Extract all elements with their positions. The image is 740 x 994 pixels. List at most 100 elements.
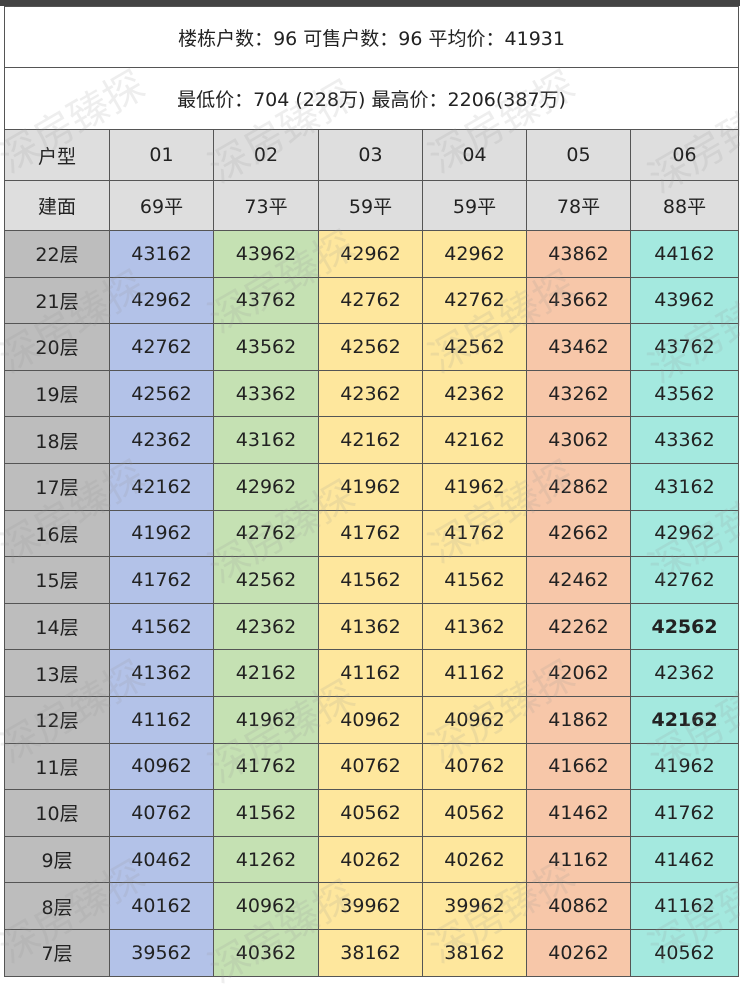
floor-label: 11层	[4, 742, 110, 791]
area-cell: 69平	[109, 180, 214, 231]
price-cell: 41162	[526, 835, 631, 884]
price-cell: 40262	[526, 928, 631, 977]
price-cell: 41562	[109, 602, 214, 651]
floor-row: 14层 41562 42362 41362 41362 42262 42562	[4, 602, 740, 651]
price-cell: 42962	[422, 230, 527, 278]
price-cell: 41162	[109, 695, 214, 744]
price-cell: 42562	[629, 602, 740, 651]
price-cell: 43562	[629, 369, 740, 418]
price-cell: 42162	[109, 462, 214, 511]
floor-row: 7层 39562 40362 38162 38162 40262 40562	[4, 928, 740, 977]
price-cell: 43862	[526, 230, 631, 278]
price-cell: 42362	[318, 369, 423, 418]
price-cell: 39962	[318, 882, 423, 930]
price-cell: 40862	[526, 882, 631, 930]
price-cell: 42162	[422, 416, 527, 464]
floor-label: 13层	[4, 649, 110, 697]
floor-row: 12层 41162 41962 40962 40962 41862 42162	[4, 695, 740, 744]
floor-label: 17层	[4, 462, 110, 511]
price-cell: 41162	[422, 649, 527, 697]
price-cell: 43962	[629, 276, 740, 325]
floor-label: 7层	[4, 928, 110, 977]
price-cell: 39962	[422, 882, 527, 930]
price-cell: 39562	[109, 928, 214, 977]
price-cell: 41362	[318, 602, 423, 651]
area-cell: 78平	[526, 180, 631, 231]
floor-label: 8层	[4, 882, 110, 930]
price-cell: 40962	[422, 695, 527, 744]
floor-label: 18层	[4, 416, 110, 464]
area-header-row: 建面 69平 73平 59平 59平 78平 88平	[4, 180, 740, 231]
price-cell: 41962	[629, 742, 740, 791]
price-cell: 41362	[109, 649, 214, 697]
price-cell: 41162	[318, 649, 423, 697]
price-cell: 42062	[526, 649, 631, 697]
price-cell: 42962	[109, 276, 214, 325]
price-cell: 44162	[629, 230, 740, 278]
area-label: 建面	[4, 180, 110, 231]
price-cell: 43662	[526, 276, 631, 325]
price-cell: 41562	[422, 556, 527, 604]
floor-row: 13层 41362 42162 41162 41162 42062 42362	[4, 649, 740, 697]
unit-header-cell: 05	[526, 129, 631, 181]
area-cell: 73平	[213, 180, 319, 231]
price-cell: 42562	[318, 323, 423, 371]
price-cell: 42762	[318, 276, 423, 325]
price-cell: 40762	[109, 789, 214, 837]
floor-label: 20层	[4, 323, 110, 371]
price-cell: 43762	[629, 323, 740, 371]
price-cell: 42362	[109, 416, 214, 464]
price-cell: 41962	[318, 462, 423, 511]
unit-header-row: 户型 01 02 03 04 05 06	[4, 129, 740, 181]
floor-row: 19层 42562 43362 42362 42362 43262 43562	[4, 369, 740, 418]
price-cell: 40762	[422, 742, 527, 791]
price-cell: 42662	[526, 509, 631, 558]
unit-type-label: 户型	[4, 129, 110, 181]
price-cell: 41162	[629, 882, 740, 930]
price-cell: 43462	[526, 323, 631, 371]
price-cell: 42162	[318, 416, 423, 464]
price-cell: 41562	[318, 556, 423, 604]
price-cell: 42162	[213, 649, 319, 697]
price-cell: 40562	[422, 789, 527, 837]
price-cell: 43362	[629, 416, 740, 464]
price-cell: 41762	[422, 509, 527, 558]
price-cell: 42162	[629, 695, 740, 744]
price-cell: 40962	[213, 882, 319, 930]
price-cell: 43162	[109, 230, 214, 278]
price-cell: 40162	[109, 882, 214, 930]
floor-row: 8层 40162 40962 39962 39962 40862 41162	[4, 882, 740, 930]
price-cell: 41762	[629, 789, 740, 837]
floor-label: 12层	[4, 695, 110, 744]
area-cell: 88平	[629, 180, 740, 231]
price-cell: 40362	[213, 928, 319, 977]
price-cell: 41662	[526, 742, 631, 791]
floor-row: 17层 42162 42962 41962 41962 42862 43162	[4, 462, 740, 511]
area-cell: 59平	[318, 180, 423, 231]
price-cell: 43162	[213, 416, 319, 464]
price-cell: 41762	[318, 509, 423, 558]
price-cell: 42962	[629, 509, 740, 558]
summary-row-stats: 楼栋户数：96 可售户数：96 平均价：41931	[3, 6, 740, 68]
floor-label: 10层	[4, 789, 110, 837]
floor-label: 15层	[4, 556, 110, 604]
price-cell: 43062	[526, 416, 631, 464]
floor-row: 18层 42362 43162 42162 42162 43062 43362	[4, 416, 740, 464]
price-cell: 42962	[213, 462, 319, 511]
price-cell: 41762	[213, 742, 319, 791]
floor-label: 16层	[4, 509, 110, 558]
unit-header-cell: 03	[318, 129, 423, 181]
price-cell: 43762	[213, 276, 319, 325]
price-cell: 40262	[422, 835, 527, 884]
price-cell: 40462	[109, 835, 214, 884]
price-cell: 42762	[629, 556, 740, 604]
floor-row: 11层 40962 41762 40762 40762 41662 41962	[4, 742, 740, 791]
price-cell: 43362	[213, 369, 319, 418]
price-cell: 40262	[318, 835, 423, 884]
summary-stats-text: 楼栋户数：96 可售户数：96 平均价：41931	[3, 6, 740, 68]
price-cell: 42562	[109, 369, 214, 418]
price-cell: 42562	[213, 556, 319, 604]
floor-row: 21层 42962 43762 42762 42762 43662 43962	[4, 276, 740, 325]
price-cell: 42762	[109, 323, 214, 371]
floor-row: 9层 40462 41262 40262 40262 41162 41462	[4, 835, 740, 884]
